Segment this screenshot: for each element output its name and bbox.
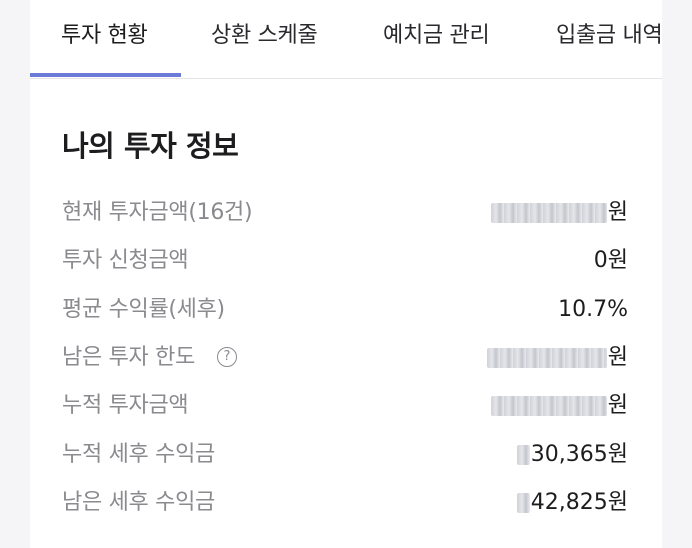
row-value: 30,365원 <box>516 439 628 471</box>
active-tab-indicator <box>30 73 181 77</box>
row-label: 남은 세후 수익금 <box>62 490 215 515</box>
investment-info-card: 나의 투자 정보 현재 투자금액(16건) 원 투자 신청금액 0원 평균 수익… <box>30 79 662 548</box>
row-label: 현재 투자금액(16건) <box>62 200 253 225</box>
row-value: 원 <box>486 342 628 374</box>
masked-amount <box>516 493 530 513</box>
row-value: 10.7% <box>558 297 628 322</box>
masked-amount <box>490 203 607 223</box>
row-label: 평균 수익률(세후) <box>62 297 225 322</box>
tab-deposit-management[interactable]: 예치금 관리 <box>383 0 490 76</box>
tab-repayment-schedule[interactable]: 상환 스케줄 <box>211 0 318 76</box>
row-average-return: 평균 수익률(세후) 10.7% <box>62 294 628 326</box>
masked-amount <box>486 348 607 368</box>
row-label: 남은 투자 한도 <box>62 345 196 370</box>
row-value: 0원 <box>593 248 628 273</box>
row-value: 42,825원 <box>516 487 628 519</box>
row-label: 투자 신청금액 <box>62 248 189 273</box>
row-investment-application: 투자 신청금액 0원 <box>62 245 628 277</box>
row-cumulative-profit: 누적 세후 수익금 30,365원 <box>62 439 628 471</box>
row-remaining-limit: 남은 투자 한도 ? 원 <box>62 342 628 374</box>
section-title: 나의 투자 정보 <box>62 129 239 163</box>
row-cumulative-investment: 누적 투자금액 원 <box>62 390 628 422</box>
tab-transaction-history[interactable]: 입출금 내역 <box>556 0 662 76</box>
masked-amount <box>516 445 530 465</box>
row-value: 원 <box>490 390 628 422</box>
investment-status-page: 투자 현황 상환 스케줄 예치금 관리 입출금 내역 나의 투자 정보 현재 투… <box>0 0 692 548</box>
row-label: 누적 세후 수익금 <box>62 442 215 467</box>
row-label: 누적 투자금액 <box>62 393 189 418</box>
masked-amount <box>490 396 607 416</box>
row-value: 원 <box>490 197 628 229</box>
help-circle-icon[interactable]: ? <box>217 347 237 367</box>
tab-investment-status[interactable]: 투자 현황 <box>61 0 148 76</box>
row-remaining-profit: 남은 세후 수익금 42,825원 <box>62 487 628 519</box>
row-current-investment: 현재 투자금액(16건) 원 <box>62 197 628 229</box>
tab-bar: 투자 현황 상환 스케줄 예치금 관리 입출금 내역 <box>30 0 662 79</box>
